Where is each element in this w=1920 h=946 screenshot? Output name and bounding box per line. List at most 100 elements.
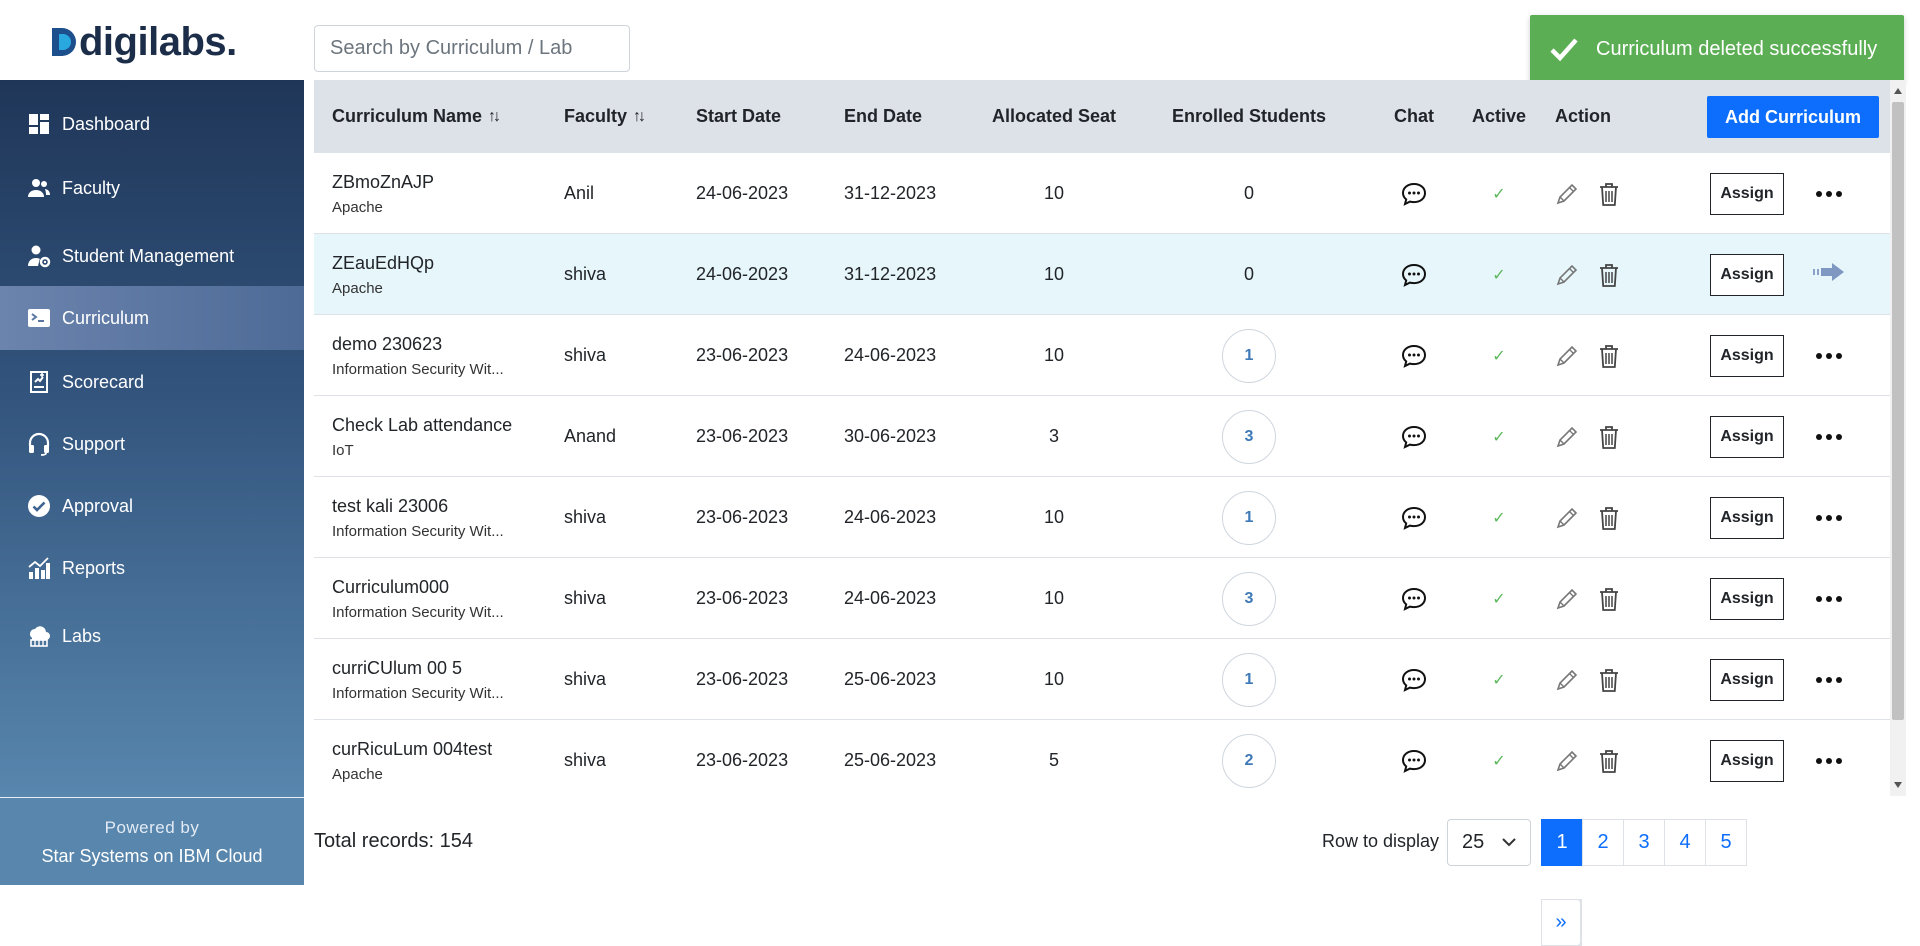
page-5-button[interactable]: 5: [1705, 819, 1747, 866]
enrolled-count-button[interactable]: 1: [1222, 328, 1276, 383]
delete-trash-icon[interactable]: [1592, 420, 1626, 454]
chat-icon[interactable]: [1374, 396, 1454, 477]
scrollbar-thumb[interactable]: [1892, 102, 1904, 720]
chat-icon[interactable]: [1374, 477, 1454, 558]
curriculum-name[interactable]: ZBmoZnAJP: [332, 172, 434, 193]
sidebar-item-student-management[interactable]: Student Management: [0, 224, 304, 288]
table-row[interactable]: ZEauEdHQp Apache shiva 24-06-2023 31-12-2023…: [314, 234, 1890, 315]
page-1-button[interactable]: 1: [1541, 819, 1583, 866]
edit-pencil-icon[interactable]: [1550, 582, 1584, 616]
logo[interactable]: digilabs.: [52, 18, 237, 66]
delete-trash-icon[interactable]: [1592, 663, 1626, 697]
table-row[interactable]: curriCUlum 00 5 Information Security Wit.…: [314, 639, 1890, 720]
faculty-cell: shiva: [564, 345, 607, 365]
delete-trash-icon[interactable]: [1592, 501, 1626, 535]
curriculum-name[interactable]: test kali 23006: [332, 496, 448, 517]
edit-pencil-icon[interactable]: [1550, 501, 1584, 535]
sidebar-item-support[interactable]: Support: [0, 412, 304, 476]
delete-trash-icon[interactable]: [1592, 177, 1626, 211]
chat-icon[interactable]: [1374, 558, 1454, 639]
curriculum-name[interactable]: demo 230623: [332, 334, 442, 355]
edit-pencil-icon[interactable]: [1550, 258, 1584, 292]
delete-trash-icon[interactable]: [1592, 744, 1626, 778]
delete-trash-icon[interactable]: [1592, 339, 1626, 373]
curriculum-name[interactable]: Check Lab attendance: [332, 415, 512, 436]
edit-pencil-icon[interactable]: [1550, 339, 1584, 373]
column-header-faculty[interactable]: Faculty ↑↓: [564, 80, 646, 153]
page-4-button[interactable]: 4: [1664, 819, 1706, 866]
sidebar-item-curriculum[interactable]: Curriculum: [0, 286, 304, 350]
terminal-icon: [26, 305, 52, 331]
sidebar-item-label: Dashboard: [62, 113, 151, 134]
table-row[interactable]: test kali 23006 Information Security Wit.…: [314, 477, 1890, 558]
active-check-icon: ✓: [1492, 428, 1506, 446]
page-2-button[interactable]: 2: [1582, 819, 1624, 866]
scroll-up-arrow-icon[interactable]: [1894, 88, 1902, 94]
row-arrow-icon[interactable]: [1813, 262, 1845, 287]
delete-trash-icon[interactable]: [1592, 258, 1626, 292]
table-row[interactable]: ZBmoZnAJP Apache Anil 24-06-2023 31-12-2023 1…: [314, 153, 1890, 234]
column-header-curriculum-name[interactable]: Curriculum Name ↑↓: [332, 80, 501, 153]
search-input[interactable]: [314, 25, 630, 72]
edit-pencil-icon[interactable]: [1550, 420, 1584, 454]
chat-icon[interactable]: [1374, 315, 1454, 396]
sort-icon[interactable]: ↑↓: [633, 108, 646, 126]
chat-icon[interactable]: [1374, 234, 1454, 315]
action-cell: [1550, 234, 1626, 315]
more-options-icon[interactable]: [1816, 514, 1842, 521]
column-header-chat: Chat: [1394, 106, 1434, 126]
curriculum-name[interactable]: curriCUlum 00 5: [332, 658, 462, 679]
table-scrollbar[interactable]: [1890, 80, 1906, 796]
table-row[interactable]: demo 230623 Information Security Wit... sh…: [314, 315, 1890, 396]
enrolled-count-button[interactable]: 2: [1222, 733, 1276, 788]
enrolled-students-cell: 1: [1154, 477, 1344, 558]
scroll-down-arrow-icon[interactable]: [1894, 782, 1902, 788]
more-options-icon[interactable]: [1816, 676, 1842, 683]
row-menu-cell: [1804, 153, 1854, 234]
chat-icon[interactable]: [1374, 153, 1454, 234]
sidebar-item-approval[interactable]: Approval: [0, 474, 304, 538]
assign-button[interactable]: Assign: [1710, 334, 1784, 377]
assign-button[interactable]: Assign: [1710, 658, 1784, 701]
more-options-icon[interactable]: [1816, 757, 1842, 764]
delete-trash-icon[interactable]: [1592, 582, 1626, 616]
assign-button[interactable]: Assign: [1710, 415, 1784, 458]
add-curriculum-button[interactable]: Add Curriculum: [1707, 96, 1879, 138]
sidebar-item-dashboard[interactable]: Dashboard: [0, 92, 304, 156]
edit-pencil-icon[interactable]: [1550, 177, 1584, 211]
table-row[interactable]: Check Lab attendance IoT Anand 23-06-2023 30…: [314, 396, 1890, 477]
sidebar-item-reports[interactable]: Reports: [0, 536, 304, 600]
sort-icon[interactable]: ↑↓: [488, 108, 501, 126]
chat-icon[interactable]: [1374, 720, 1454, 796]
edit-pencil-icon[interactable]: [1550, 744, 1584, 778]
sidebar-item-scorecard[interactable]: Scorecard: [0, 350, 304, 414]
table-row[interactable]: Curriculum000 Information Security Wit...…: [314, 558, 1890, 639]
chat-icon[interactable]: [1374, 639, 1454, 720]
enrolled-count-button[interactable]: 1: [1222, 490, 1276, 545]
end-date-cell: 31-12-2023: [844, 183, 937, 203]
sidebar-item-faculty[interactable]: Faculty: [0, 156, 304, 220]
edit-pencil-icon[interactable]: [1550, 663, 1584, 697]
last-page-button[interactable]: »: [1541, 899, 1581, 946]
page-3-button[interactable]: 3: [1623, 819, 1665, 866]
success-toast[interactable]: Curriculum deleted successfully: [1530, 15, 1904, 83]
sidebar-item-labs[interactable]: Labs: [0, 604, 304, 668]
curriculum-name[interactable]: ZEauEdHQp: [332, 253, 434, 274]
enrolled-count-button[interactable]: 1: [1222, 652, 1276, 707]
table-row[interactable]: curRicuLum 004test Apache shiva 23-06-2023 2…: [314, 720, 1890, 796]
more-options-icon[interactable]: [1816, 433, 1842, 440]
more-options-icon[interactable]: [1816, 352, 1842, 359]
faculty-cell: shiva: [564, 588, 607, 608]
assign-button[interactable]: Assign: [1710, 577, 1784, 620]
assign-button[interactable]: Assign: [1710, 253, 1784, 296]
assign-button[interactable]: Assign: [1710, 172, 1784, 215]
assign-button[interactable]: Assign: [1710, 739, 1784, 782]
curriculum-name[interactable]: curRicuLum 004test: [332, 739, 492, 760]
rows-per-page-select[interactable]: 25: [1447, 819, 1531, 866]
enrolled-count-button[interactable]: 3: [1222, 571, 1276, 626]
curriculum-name[interactable]: Curriculum000: [332, 577, 449, 598]
more-options-icon[interactable]: [1816, 595, 1842, 602]
assign-button[interactable]: Assign: [1710, 496, 1784, 539]
enrolled-count-button[interactable]: 3: [1222, 409, 1276, 464]
more-options-icon[interactable]: [1816, 190, 1842, 197]
